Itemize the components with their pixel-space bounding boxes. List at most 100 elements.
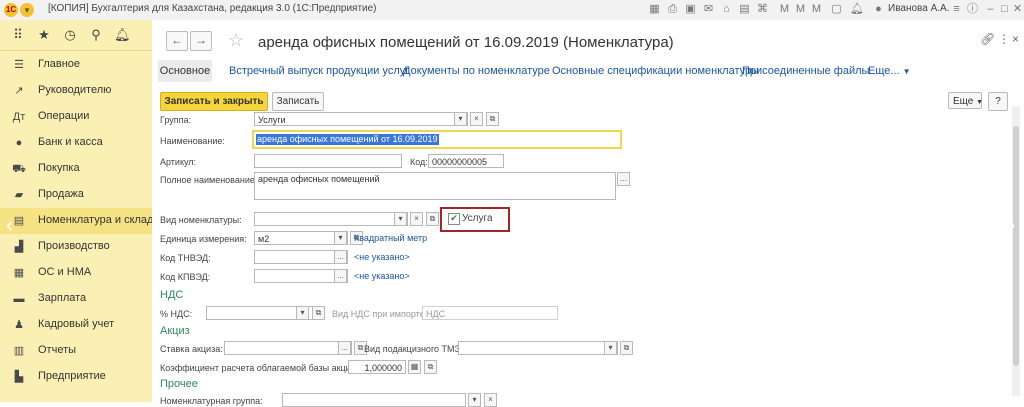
m-minus-icon[interactable]: M xyxy=(810,3,823,16)
forward-arrow-icon[interactable]: → xyxy=(190,31,212,51)
right-arrow-icon[interactable]: › xyxy=(1008,212,1015,238)
clear-icon[interactable]: × xyxy=(484,393,497,407)
info-icon[interactable]: ⓘ xyxy=(966,3,979,16)
ellipsis-button[interactable]: ... xyxy=(334,269,347,283)
calculator-icon[interactable]: ▤ xyxy=(738,3,751,16)
save-and-close-button[interactable]: Записать и закрыть xyxy=(160,92,268,111)
article-field[interactable] xyxy=(254,154,402,168)
sidebar-item-bank[interactable]: ● Банк и касса xyxy=(0,130,152,156)
chevron-down-icon: ▼ xyxy=(976,99,984,106)
window-icon[interactable]: ▢ xyxy=(830,3,843,16)
tnved-link[interactable]: <не указано> xyxy=(354,252,410,262)
tab-main[interactable]: Основное xyxy=(158,60,212,82)
clear-icon[interactable]: × xyxy=(470,112,483,126)
user-name[interactable]: Иванова А.А. xyxy=(888,3,949,14)
open-icon[interactable]: ⧉ xyxy=(486,112,499,126)
maximize-icon[interactable]: □ xyxy=(998,3,1011,16)
close-form-icon[interactable]: × xyxy=(1012,32,1019,46)
bell-icon[interactable]: 🔔︎ xyxy=(850,3,864,16)
clear-icon[interactable]: × xyxy=(410,212,423,226)
ellipsis-button[interactable]: ... xyxy=(338,341,351,355)
calculator-icon[interactable]: ▦ xyxy=(408,360,421,374)
group-field[interactable]: Услуги xyxy=(254,112,468,126)
nomgroup-field[interactable] xyxy=(282,393,466,407)
tab-documents[interactable]: Документы по номенклатуре xyxy=(403,65,550,77)
coef-field[interactable]: 1,000000 xyxy=(348,360,406,374)
sidebar-item-reports[interactable]: ▥ Отчеты xyxy=(0,338,152,364)
sidebar-item-purchase[interactable]: ⛟ Покупка xyxy=(0,156,152,182)
scrollbar-thumb[interactable] xyxy=(1013,126,1019,366)
sidebar-item-enterprise[interactable]: ▙ Предприятие xyxy=(0,364,152,390)
code-field[interactable]: 00000000005 xyxy=(428,154,504,168)
sidebar-item-main[interactable]: ☰ Главное xyxy=(0,52,152,78)
search-icon[interactable]: ⚲ xyxy=(88,27,104,43)
sidebar-item-hr[interactable]: ♟ Кадровый учет xyxy=(0,312,152,338)
open-icon[interactable]: ⧉ xyxy=(426,212,439,226)
sidebar-item-assets[interactable]: ▦ ОС и НМА xyxy=(0,260,152,286)
save-button[interactable]: Записать xyxy=(272,92,324,111)
close-icon[interactable]: ✕ xyxy=(1011,3,1024,16)
dropdown-icon[interactable]: ▾ xyxy=(468,393,481,407)
excise-rate-field[interactable] xyxy=(224,341,352,355)
calendar-icon[interactable]: ▦ xyxy=(648,3,661,16)
service-checkbox[interactable]: ✔ xyxy=(448,213,460,225)
help-button[interactable]: ? xyxy=(988,92,1008,111)
reports-icon: ▥ xyxy=(13,345,25,357)
open-icon[interactable]: ⧉ xyxy=(424,360,437,374)
ellipsis-button[interactable]: ... xyxy=(617,172,630,186)
excise-tmz-field[interactable] xyxy=(458,341,618,355)
name-field[interactable]: аренда офисных помещений от 16.09.2019 xyxy=(252,130,622,149)
tab-more[interactable]: Еще... ▼ xyxy=(868,65,911,77)
kind-label: Вид номенклатуры: xyxy=(160,215,242,225)
vertical-scrollbar[interactable] xyxy=(1012,106,1020,396)
favorite-star-icon[interactable]: ☆ xyxy=(228,30,244,51)
kind-field[interactable] xyxy=(254,212,408,226)
tab-counter-output[interactable]: Встречный выпуск продукции услуг xyxy=(229,65,409,77)
open-icon[interactable]: ⧉ xyxy=(312,306,325,320)
tab-attached-files[interactable]: Присоединенные файлы xyxy=(742,65,869,77)
notifications-icon[interactable]: 🔔︎ xyxy=(114,27,131,43)
main-menu-icon[interactable]: ▾ xyxy=(20,3,34,17)
mail-icon[interactable]: ✉ xyxy=(702,3,715,16)
unit-link[interactable]: Квадратный метр xyxy=(354,233,427,243)
more-button[interactable]: Еще ▼ xyxy=(948,92,984,109)
dropdown-icon[interactable]: ▾ xyxy=(604,341,617,355)
sidebar-item-sales[interactable]: ▰ Продажа xyxy=(0,182,152,208)
sidebar-item-nomenclature[interactable]: ▤ Номенклатура и склад xyxy=(0,208,153,234)
more-options-icon[interactable]: ⋮ xyxy=(998,32,1010,46)
coin-icon: ● xyxy=(15,137,23,149)
save-icon[interactable]: ▣ xyxy=(684,3,697,16)
tnved-label: Код ТНВЭД: xyxy=(160,253,211,263)
link-icon[interactable]: ⌘ xyxy=(756,3,769,16)
name-field-selected-text: аренда офисных помещений от 16.09.2019 xyxy=(256,134,439,145)
sidebar-item-salary[interactable]: ▬ Зарплата xyxy=(0,286,152,312)
sidebar-item-production[interactable]: ▟ Производство xyxy=(0,234,152,260)
dropdown-icon[interactable]: ▾ xyxy=(296,306,309,320)
ellipsis-button[interactable]: ... xyxy=(334,250,347,264)
kpved-link[interactable]: <не указано> xyxy=(354,271,410,281)
open-icon[interactable]: ⧉ xyxy=(620,341,633,355)
group-label: Группа: xyxy=(160,115,192,125)
dropdown-icon[interactable]: ▾ xyxy=(454,112,467,126)
minimize-icon[interactable]: – xyxy=(984,3,997,16)
menu-lines-icon: ☰ xyxy=(14,59,24,71)
tab-specifications[interactable]: Основные спецификации номенклатуры xyxy=(552,65,759,77)
bag-icon: ▰ xyxy=(14,189,24,201)
history-icon[interactable]: ◷ xyxy=(62,27,78,43)
print-icon[interactable]: ⎙ xyxy=(666,3,679,16)
link-icon[interactable]: 🔗︎ xyxy=(980,32,995,46)
apps-grid-icon[interactable]: ⠿ xyxy=(10,27,26,43)
m-icon[interactable]: M xyxy=(778,3,791,16)
m-plus-icon[interactable]: M xyxy=(794,3,807,16)
favorites-icon[interactable]: ★ xyxy=(36,27,52,43)
settings-icon[interactable]: ≡ xyxy=(950,3,963,16)
back-arrow-icon[interactable]: ← xyxy=(166,31,188,51)
full-name-field[interactable]: аренда офисных помещений xyxy=(254,172,616,200)
dropdown-icon[interactable]: ▾ xyxy=(334,231,347,245)
left-arrow-icon[interactable]: ‹ xyxy=(6,212,13,238)
salary-icon: ▬ xyxy=(13,293,25,305)
attach-icon[interactable]: ⌂ xyxy=(720,3,733,16)
sidebar-item-manager[interactable]: ↗ Руководителю xyxy=(0,78,152,104)
dropdown-icon[interactable]: ▾ xyxy=(394,212,407,226)
sidebar-item-operations[interactable]: Дт Операции xyxy=(0,104,152,130)
